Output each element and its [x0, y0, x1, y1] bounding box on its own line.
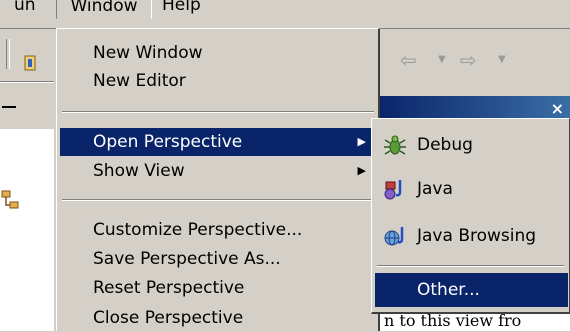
menu-item-customize-perspective[interactable]: Customize Perspective...: [60, 216, 376, 244]
left-view-header: [0, 121, 54, 129]
close-icon[interactable]: ×: [551, 99, 564, 118]
main-toolbar: ⇦ ▼ ⇨ ▼: [378, 29, 570, 93]
menu-separator: [62, 111, 374, 113]
submenu-arrow-icon: ▶: [357, 164, 366, 177]
submenu-item-java[interactable]: Java: [375, 172, 568, 206]
menu-item-label: Save Perspective As...: [93, 249, 281, 269]
left-view-panel: [0, 121, 54, 331]
submenu-arrow-icon: ▶: [357, 135, 366, 148]
forward-dropdown-icon[interactable]: ▼: [498, 54, 506, 65]
left-workbench-area: [0, 29, 54, 331]
menu-item-reset-perspective[interactable]: Reset Perspective: [60, 274, 376, 302]
back-arrow-icon[interactable]: ⇦: [400, 48, 417, 72]
menu-item-label: Open Perspective: [93, 132, 243, 152]
menu-help[interactable]: Help: [162, 0, 201, 19]
submenu-item-label: Java: [417, 179, 453, 199]
menu-item-save-perspective-as[interactable]: Save Perspective As...: [60, 245, 376, 273]
menu-item-open-perspective[interactable]: Open Perspective ▶: [60, 128, 376, 156]
menubar: un Window Help: [0, 0, 570, 29]
minimize-icon[interactable]: [2, 102, 18, 112]
menu-item-new-editor[interactable]: New Editor: [60, 67, 376, 95]
forward-arrow-icon[interactable]: ⇨: [460, 48, 477, 72]
menu-separator: [62, 199, 374, 201]
submenu-item-other[interactable]: Other...: [375, 273, 568, 307]
menu-item-show-view[interactable]: Show View ▶: [60, 157, 376, 185]
menu-item-label: Show View: [93, 161, 185, 181]
menu-run[interactable]: un: [14, 0, 36, 19]
menu-item-label: New Window: [93, 43, 203, 63]
open-perspective-submenu: Debug Java Java Browsing Other...: [371, 118, 570, 314]
toolbar-separator: [6, 39, 10, 69]
submenu-item-debug[interactable]: Debug: [375, 128, 568, 162]
toolbar-tool-icon[interactable]: [22, 53, 38, 73]
menu-item-label: New Editor: [93, 71, 186, 91]
menu-item-label: Close Perspective: [93, 308, 244, 328]
submenu-item-label: Java Browsing: [417, 226, 537, 246]
hierarchy-icon: [0, 189, 22, 216]
java-perspective-icon: [383, 178, 407, 202]
window-menu: New Window New Editor Open Perspective ▶…: [56, 28, 380, 331]
back-dropdown-icon[interactable]: ▼: [438, 54, 446, 65]
submenu-item-java-browsing[interactable]: Java Browsing: [375, 219, 568, 253]
menu-item-label: Customize Perspective...: [93, 220, 303, 240]
submenu-item-label: Debug: [417, 135, 473, 155]
toolbar-divider: [0, 81, 54, 83]
menu-item-close-perspective[interactable]: Close Perspective: [60, 304, 376, 332]
menu-item-new-window[interactable]: New Window: [60, 39, 376, 67]
submenu-item-label: Other...: [417, 280, 480, 300]
java-browsing-icon: [383, 225, 407, 249]
debug-bug-icon: [383, 134, 407, 158]
submenu-separator: [377, 265, 564, 267]
menu-window[interactable]: Window: [56, 0, 152, 19]
menu-item-label: Reset Perspective: [93, 278, 245, 298]
